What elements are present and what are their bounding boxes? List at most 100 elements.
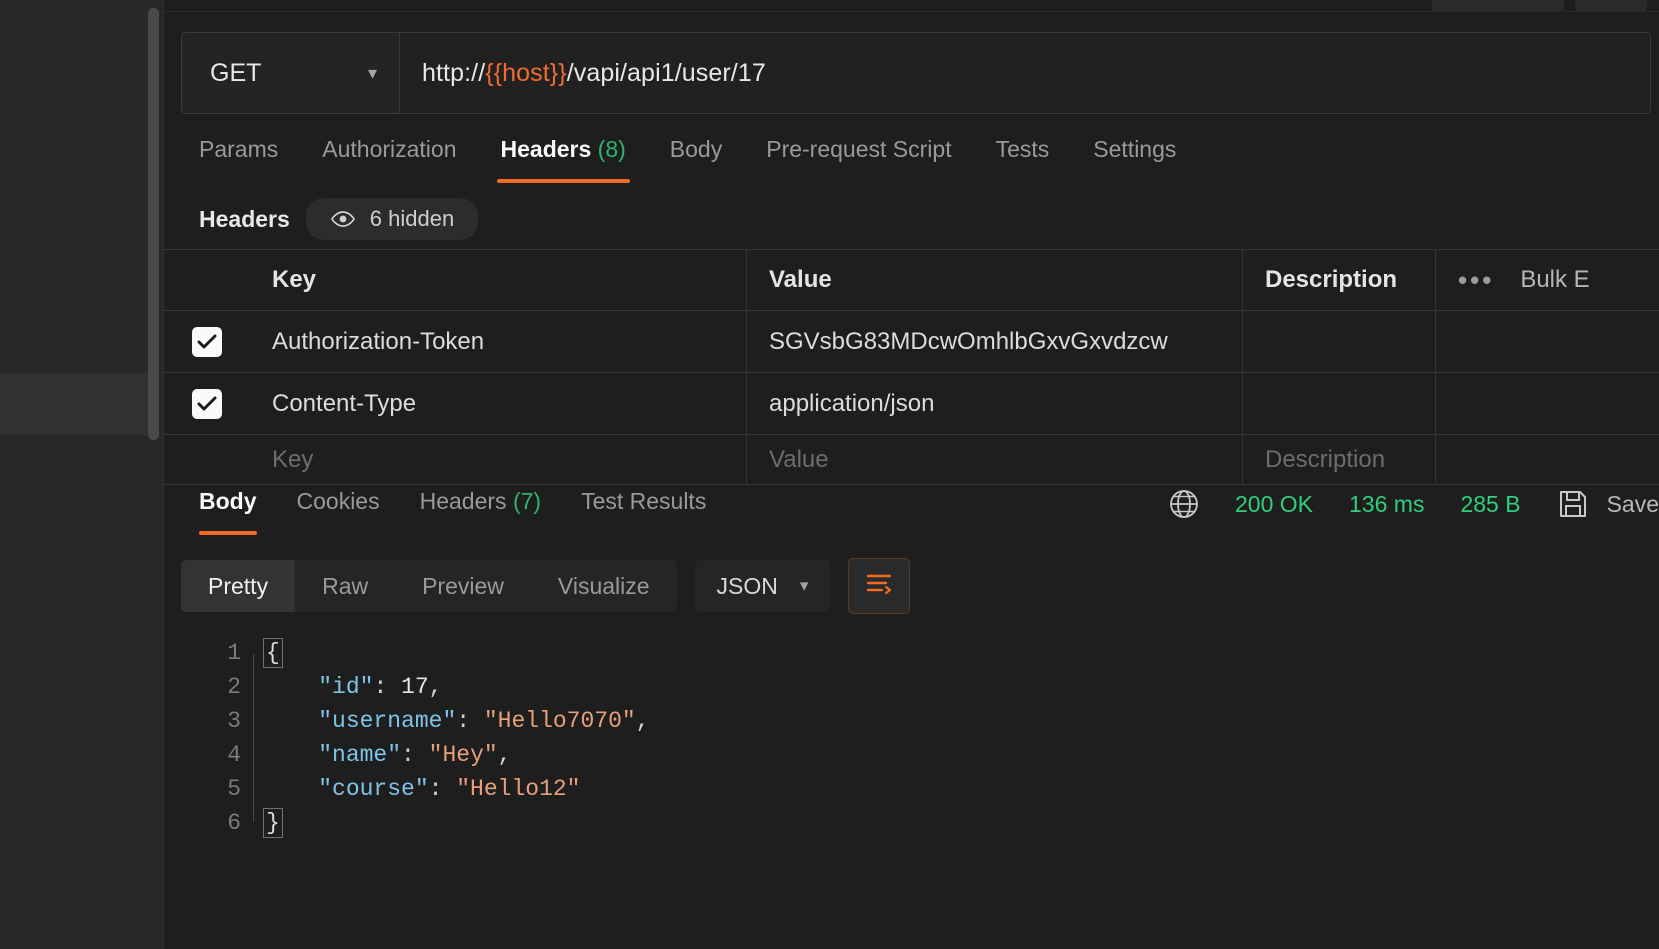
chevron-down-icon: ▾ <box>799 576 809 595</box>
line-number: 5 <box>227 776 241 802</box>
json-comma: , <box>497 742 512 768</box>
save-response-label[interactable]: Save <box>1607 491 1659 518</box>
json-separator: : <box>428 776 457 802</box>
column-key: Key <box>250 250 747 310</box>
eye-icon <box>330 210 356 228</box>
tab-label: Params <box>199 136 279 162</box>
response-time[interactable]: 136 ms <box>1349 491 1424 518</box>
tab-authorization[interactable]: Authorization <box>300 132 478 183</box>
tab-label: Body <box>669 136 723 162</box>
header-value[interactable]: application/json <box>747 373 1243 434</box>
code-line: "username": "Hello7070", <box>263 704 1659 738</box>
header-key[interactable]: Content-Type <box>250 373 747 434</box>
request-tabs: Params Authorization Headers (8) Body Pr… <box>181 132 1198 184</box>
json-separator: : <box>401 742 429 768</box>
tab-tests[interactable]: Tests <box>974 132 1072 183</box>
code-line: "name": "Hey", <box>263 738 1659 772</box>
json-open-brace[interactable]: { <box>263 638 283 668</box>
json-value: "Hey" <box>428 742 498 768</box>
json-comma: , <box>428 674 443 700</box>
sidebar-item-selected[interactable] <box>0 373 149 435</box>
column-description: Description <box>1243 250 1436 310</box>
tab-label: Cookies <box>296 488 380 514</box>
row-actions <box>1436 311 1659 372</box>
code-line: "id": 17, <box>263 670 1659 704</box>
code-line: "course": "Hello12" <box>263 772 1659 806</box>
response-size[interactable]: 285 B <box>1460 491 1520 518</box>
header-key[interactable]: Authorization-Token <box>250 311 747 372</box>
save-button-partial[interactable] <box>1575 0 1647 12</box>
row-checkbox-cell <box>164 311 250 372</box>
sidebar <box>0 0 164 949</box>
line-number: 1 <box>227 640 241 666</box>
row-checkbox[interactable] <box>192 388 222 419</box>
header-description[interactable] <box>1243 373 1436 434</box>
tab-params[interactable]: Params <box>181 132 300 183</box>
json-separator: : <box>456 708 484 734</box>
url-bar: GET ▾ http://{{host}}/vapi/api1/user/17 <box>181 32 1651 114</box>
code-fold-line <box>253 654 254 822</box>
tab-label: Authorization <box>322 136 457 162</box>
header-value[interactable]: SGVsbG83MDcwOmhlbGxvGxvdzcw <box>747 311 1243 372</box>
row-checkbox[interactable] <box>192 326 222 357</box>
select-all-cell[interactable] <box>164 250 250 310</box>
response-status-bar: 200 OK 136 ms 285 B Save <box>1167 487 1659 521</box>
new-header-key-input[interactable]: Key <box>250 435 747 484</box>
json-key: "username" <box>318 708 457 734</box>
json-comma: , <box>635 708 650 734</box>
new-header-description-input[interactable]: Description <box>1243 435 1436 484</box>
tab-pre-request-script[interactable]: Pre-request Script <box>744 132 973 183</box>
save-icon[interactable] <box>1557 488 1589 520</box>
response-format-toolbar: Pretty Raw Preview Visualize JSON ▾ <box>181 558 911 614</box>
format-tab-label: Pretty <box>208 572 269 599</box>
hidden-headers-label: 6 hidden <box>369 206 455 231</box>
json-close-brace[interactable]: } <box>263 808 283 838</box>
json-separator: : <box>373 674 402 700</box>
format-tab-preview[interactable]: Preview <box>395 560 531 612</box>
language-selector[interactable]: JSON ▾ <box>694 560 831 612</box>
method-label: GET <box>210 58 262 87</box>
tab-headers[interactable]: Headers (8) <box>479 132 648 183</box>
column-value: Value <box>747 250 1243 310</box>
bulk-edit-button[interactable]: Bulk E <box>1520 266 1589 294</box>
response-tabs: Body Cookies Headers (7) Test Results <box>181 484 726 536</box>
code-line: } <box>263 806 1659 840</box>
json-value: "Hello12" <box>456 776 581 802</box>
more-options-icon[interactable]: ••• <box>1458 265 1494 296</box>
header-description[interactable] <box>1243 311 1436 372</box>
row-checkbox-cell <box>164 373 250 434</box>
format-tab-raw[interactable]: Raw <box>295 560 395 612</box>
language-label: JSON <box>716 572 778 599</box>
url-input[interactable]: http://{{host}}/vapi/api1/user/17 <box>400 33 1650 113</box>
top-strip <box>164 0 1659 12</box>
table-actions: ••• Bulk E <box>1436 250 1659 310</box>
hidden-headers-toggle[interactable]: 6 hidden <box>305 198 479 240</box>
tab-label: Test Results <box>581 488 707 514</box>
wrap-text-button[interactable] <box>848 558 911 614</box>
response-tab-headers[interactable]: Headers (7) <box>400 484 561 537</box>
sidebar-scrollbar[interactable] <box>148 8 159 440</box>
row-actions <box>1436 435 1659 484</box>
tab-body[interactable]: Body <box>648 132 744 183</box>
response-tab-cookies[interactable]: Cookies <box>277 484 400 537</box>
json-key: "id" <box>318 674 374 700</box>
table-row: Content-Type application/json <box>164 373 1659 435</box>
method-selector[interactable]: GET ▾ <box>182 33 400 113</box>
send-button-partial[interactable] <box>1432 0 1564 12</box>
table-row: Authorization-Token SGVsbG83MDcwOmhlbGxv… <box>164 311 1659 373</box>
format-tab-visualize[interactable]: Visualize <box>531 560 677 612</box>
response-body-viewer[interactable]: 1 2 3 4 5 6 { "id": 17, "username": "Hel… <box>181 632 1659 949</box>
format-tab-pretty[interactable]: Pretty <box>181 560 296 612</box>
response-tab-test-results[interactable]: Test Results <box>561 484 726 537</box>
json-key: "name" <box>318 742 402 768</box>
status-code[interactable]: 200 OK <box>1235 491 1313 518</box>
globe-icon[interactable] <box>1167 487 1201 521</box>
postman-window: GET ▾ http://{{host}}/vapi/api1/user/17 … <box>0 0 1659 949</box>
headers-subheader: Headers 6 hidden <box>181 198 479 240</box>
chevron-down-icon: ▾ <box>367 62 377 83</box>
response-tab-body[interactable]: Body <box>181 484 277 537</box>
url-prefix: http:// <box>422 58 486 87</box>
new-header-value-input[interactable]: Value <box>747 435 1243 484</box>
format-tab-label: Preview <box>422 572 504 599</box>
tab-settings[interactable]: Settings <box>1071 132 1198 183</box>
